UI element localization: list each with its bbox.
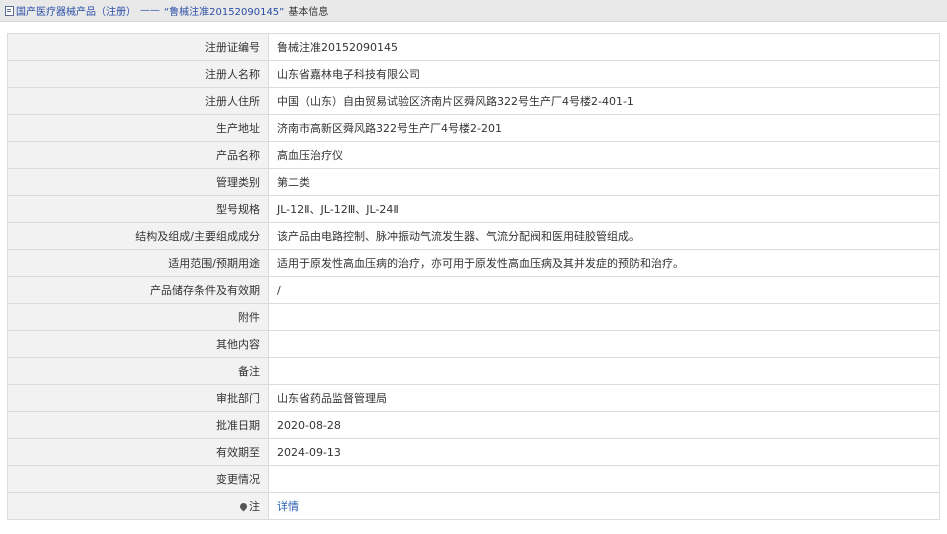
table-row: 产品储存条件及有效期 / [7,276,940,304]
row-value: 第二类 [268,168,940,196]
row-value: 山东省嘉林电子科技有限公司 [268,60,940,88]
table-row: 其他内容 [7,330,940,358]
breadcrumb-root-link[interactable]: 国产医疗器械产品（注册） [16,3,136,18]
note-label-cell: 注 [7,492,269,520]
table-row: 备注 [7,357,940,385]
note-label: 注 [249,500,260,513]
row-label: 附件 [7,303,269,331]
table-row: 注册证编号 鲁械注准20152090145 [7,33,940,61]
row-value: 山东省药品监督管理局 [268,384,940,412]
row-label: 有效期至 [7,438,269,466]
row-value: 高血压治疗仪 [268,141,940,169]
row-value: 济南市高新区舜风路322号生产厂4号楼2-201 [268,114,940,142]
row-label: 其他内容 [7,330,269,358]
table-row: 附件 [7,303,940,331]
row-label: 产品储存条件及有效期 [7,276,269,304]
row-label: 审批部门 [7,384,269,412]
row-value [268,303,940,331]
row-value: / [268,276,940,304]
table-row: 批准日期 2020-08-28 [7,411,940,439]
table-row: 注册人名称 山东省嘉林电子科技有限公司 [7,60,940,88]
table-row: 管理类别 第二类 [7,168,940,196]
row-label: 管理类别 [7,168,269,196]
row-label: 适用范围/预期用途 [7,249,269,277]
details-link[interactable]: 详情 [277,500,299,513]
table-row: 适用范围/预期用途 适用于原发性高血压病的治疗，亦可用于原发性高血压病及其并发症… [7,249,940,277]
breadcrumb-bar: 国产医疗器械产品（注册） —— “鲁械注准20152090145” 基本信息 [0,0,947,22]
row-value: 2020-08-28 [268,411,940,439]
row-value [268,465,940,493]
breadcrumb-current: “鲁械注准20152090145” [164,7,285,18]
row-label: 备注 [7,357,269,385]
breadcrumb-separator: —— [140,5,160,16]
row-label: 结构及组成/主要组成成分 [7,222,269,250]
row-label: 注册人名称 [7,60,269,88]
table-row: 型号规格 JL-12Ⅱ、JL-12Ⅲ、JL-24Ⅱ [7,195,940,223]
table-row: 结构及组成/主要组成成分 该产品由电路控制、脉冲振动气流发生器、气流分配阀和医用… [7,222,940,250]
row-value [268,330,940,358]
table-row: 生产地址 济南市高新区舜风路322号生产厂4号楼2-201 [7,114,940,142]
row-value: 适用于原发性高血压病的治疗，亦可用于原发性高血压病及其并发症的预防和治疗。 [268,249,940,277]
row-label: 批准日期 [7,411,269,439]
table-row: 变更情况 [7,465,940,493]
row-value: 2024-09-13 [268,438,940,466]
pin-icon [238,501,249,512]
note-value-cell: 详情 [268,492,940,520]
table-row: 审批部门 山东省药品监督管理局 [7,384,940,412]
table-row: 注册人住所 中国（山东）自由贸易试验区济南片区舜风路322号生产厂4号楼2-40… [7,87,940,115]
row-value [268,357,940,385]
row-label: 变更情况 [7,465,269,493]
row-label: 产品名称 [7,141,269,169]
row-value: 该产品由电路控制、脉冲振动气流发生器、气流分配阀和医用硅胶管组成。 [268,222,940,250]
row-label: 注册证编号 [7,33,269,61]
row-label: 型号规格 [7,195,269,223]
row-label: 注册人住所 [7,87,269,115]
row-value: JL-12Ⅱ、JL-12Ⅲ、JL-24Ⅱ [268,195,940,223]
table-row: 产品名称 高血压治疗仪 [7,141,940,169]
row-value: 鲁械注准20152090145 [268,33,940,61]
breadcrumb-tail: 基本信息 [288,7,329,18]
row-value: 中国（山东）自由贸易试验区济南片区舜风路322号生产厂4号楼2-401-1 [268,87,940,115]
table-row: 有效期至 2024-09-13 [7,438,940,466]
note-row: 注 详情 [7,492,940,520]
document-icon [5,5,14,16]
registration-info-table: 注册证编号 鲁械注准20152090145 注册人名称 山东省嘉林电子科技有限公… [7,33,940,520]
row-label: 生产地址 [7,114,269,142]
